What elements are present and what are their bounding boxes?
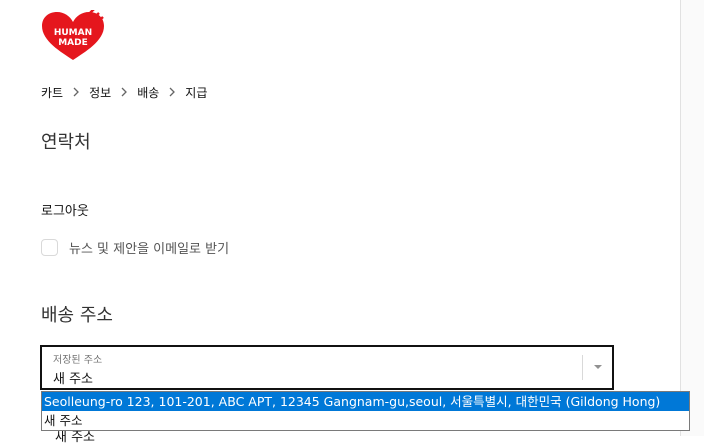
select-divider	[582, 355, 583, 380]
logout-link[interactable]: 로그아웃	[41, 200, 89, 219]
saved-address-label: 저장된 주소	[53, 355, 103, 366]
newsletter-checkbox[interactable]	[41, 239, 58, 256]
heart-logo-icon: HUMAN MADE	[42, 8, 104, 60]
chevron-right-icon	[159, 87, 185, 97]
breadcrumb-information[interactable]: 정보	[89, 84, 111, 101]
newsletter-option[interactable]: 뉴스 및 제안을 이메일로 받기	[41, 238, 229, 257]
chevron-right-icon	[111, 87, 137, 97]
chevron-right-icon	[63, 87, 89, 97]
breadcrumb: 카트 정보 배송 지급	[41, 84, 207, 100]
breadcrumb-shipping: 배송	[137, 85, 160, 100]
checkout-main: HUMAN MADE 카트 정보 배송 지급 연락처 로그아웃 뉴스 및 제안을…	[0, 0, 680, 445]
order-summary-sidebar	[680, 0, 704, 436]
breadcrumb-cart[interactable]: 카트	[41, 84, 63, 101]
breadcrumb-payment: 지급	[185, 85, 208, 100]
saved-address-value: 새 주소	[53, 372, 94, 387]
logo-text-top: HUMAN	[54, 28, 92, 38]
address-option-saved[interactable]: Seolleung-ro 123, 101-201, ABC APT, 1234…	[42, 392, 689, 411]
human-made-logo[interactable]: HUMAN MADE	[40, 8, 106, 62]
logo-text-bottom: MADE	[58, 38, 88, 48]
saved-address-options[interactable]: Seolleung-ro 123, 101-201, ABC APT, 1234…	[41, 391, 690, 431]
shipping-address-heading: 배송 주소	[41, 305, 113, 326]
newsletter-label: 뉴스 및 제안을 이메일로 받기	[69, 242, 230, 257]
address-option-new[interactable]: 새 주소	[42, 411, 689, 430]
contact-heading: 연락처	[41, 132, 91, 153]
saved-address-select[interactable]: 저장된 주소 새 주소	[40, 345, 614, 390]
chevron-down-icon	[594, 365, 602, 369]
